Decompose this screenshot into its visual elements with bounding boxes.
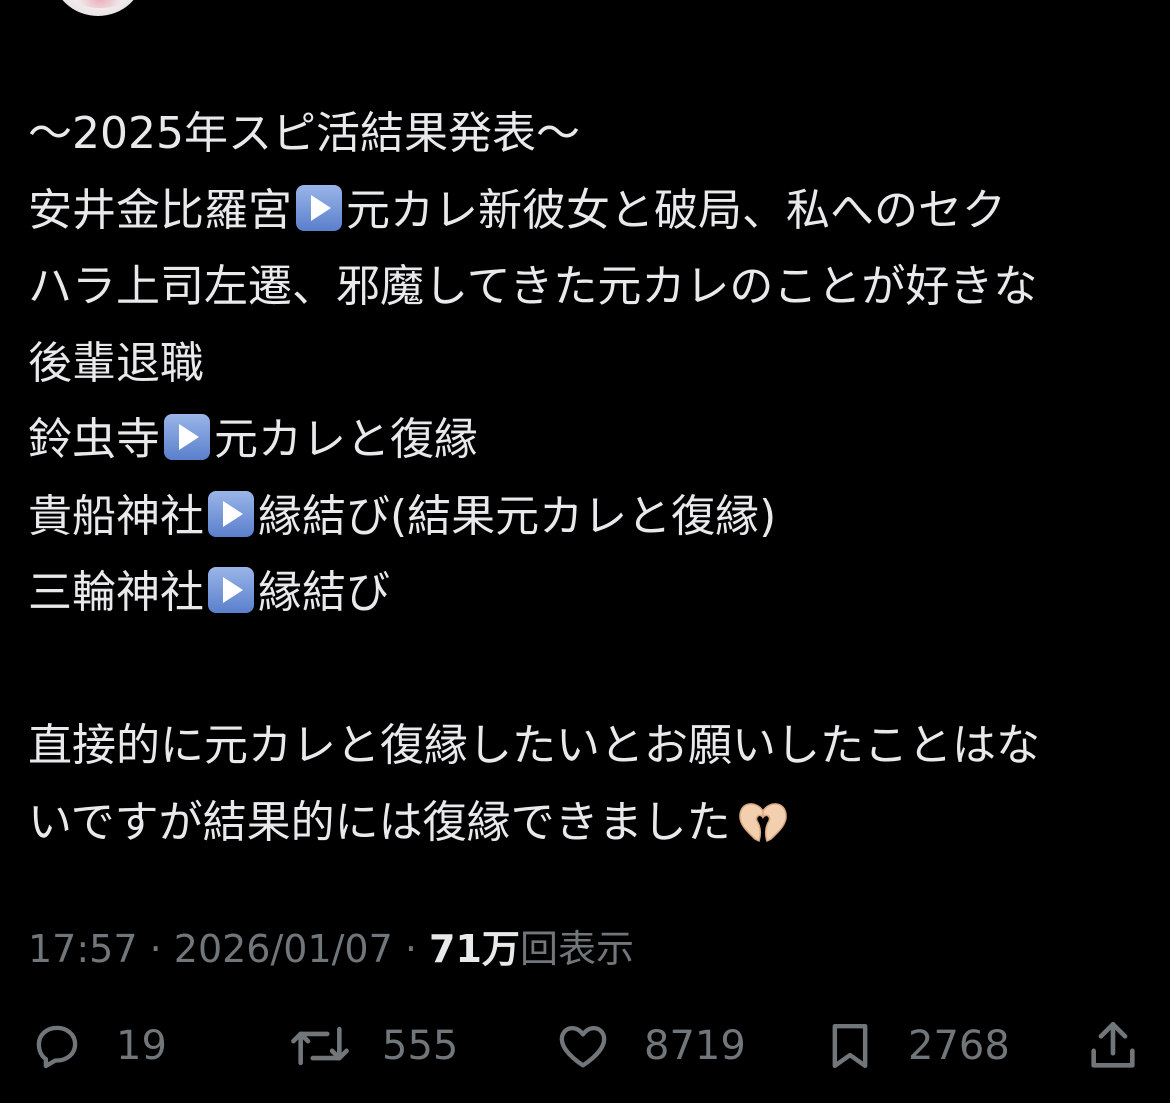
bookmark-count: 2768: [908, 1023, 1010, 1069]
play-button-emoji-icon: [208, 567, 254, 613]
repost-icon: [291, 1026, 349, 1066]
shrine-name: 安井金比羅宮: [28, 184, 292, 236]
tweet-line: 〜2025年スピ活結果発表〜: [28, 96, 1153, 173]
views-count[interactable]: 71万: [429, 927, 520, 971]
reply-count: 19: [116, 1023, 167, 1069]
tweet-time[interactable]: 17:57: [28, 927, 138, 971]
tweet-line: いですが結果的には復縁できました: [28, 785, 1153, 862]
meta-separator: ·: [392, 927, 430, 971]
reply-icon: [36, 1025, 78, 1069]
play-button-emoji-icon: [164, 414, 210, 460]
text-span: ハラ上司左遷、邪魔してきた元カレのことが好きな: [28, 261, 1038, 312]
repost-count: 555: [382, 1023, 459, 1069]
share-button[interactable]: [1084, 1010, 1142, 1082]
shrine-name: 貴船神社: [28, 490, 204, 542]
result-text: 縁結び: [258, 567, 390, 618]
text-span: いですが結果的には復縁できました: [28, 796, 731, 848]
meta-separator: ·: [137, 927, 174, 971]
text-span: 〜2025年スピ活結果発表〜: [28, 108, 580, 159]
reply-button[interactable]: 19: [28, 1010, 167, 1082]
share-icon: [1091, 1021, 1135, 1068]
tweet-actions: 19 555 8719 2768: [0, 1010, 1170, 1090]
shrine-name: 鈴虫寺: [28, 414, 160, 465]
tweet-line: 鈴虫寺 元カレと復縁: [28, 402, 1153, 479]
heart-hands-emoji-icon: [738, 802, 787, 842]
text-span: 直接的に元カレと復縁したいとお願いしたことはな: [28, 720, 1040, 771]
tweet-date[interactable]: 2026/01/07: [174, 927, 393, 971]
bookmark-button[interactable]: 2768: [822, 1010, 1010, 1082]
play-button-emoji-icon: [296, 184, 342, 231]
result-text: 元カレと復縁: [214, 414, 478, 465]
tweet-line: ハラ上司左遷、邪魔してきた元カレのことが好きな: [28, 249, 1153, 326]
shrine-name: 三輪神社: [28, 567, 204, 618]
tweet-line: 安井金比羅宮 元カレ新彼女と破局、私へのセク: [28, 173, 1153, 250]
tweet-line: 三輪神社 縁結び: [28, 555, 1153, 632]
tweet-text: 〜2025年スピ活結果発表〜 安井金比羅宮 元カレ新彼女と破局、私へのセク ハラ上…: [28, 96, 1153, 861]
tweet-meta: 17:57 · 2026/01/07 · 71万回表示: [28, 918, 634, 973]
avatar-image: [70, 0, 130, 8]
repost-button[interactable]: 555: [288, 1010, 458, 1082]
tweet-line: 直接的に元カレと復縁したいとお願いしたことはな: [28, 708, 1153, 785]
text-span: 後輩退職: [28, 337, 204, 389]
like-count: 8719: [644, 1023, 746, 1069]
views-label: 回表示: [519, 927, 634, 971]
tweet-line: 貴船神社 縁結び(結果元カレと復縁): [28, 479, 1153, 556]
play-button-emoji-icon: [208, 490, 254, 537]
result-text: 元カレ新彼女と破局、私へのセク: [346, 184, 1006, 236]
tweet-line: 後輩退職: [28, 326, 1153, 403]
result-text: 縁結び(結果元カレと復縁): [258, 490, 777, 542]
bookmark-icon: [832, 1023, 868, 1069]
like-button[interactable]: 8719: [552, 1010, 746, 1082]
heart-icon: [559, 1025, 607, 1068]
avatar[interactable]: [52, 0, 144, 16]
